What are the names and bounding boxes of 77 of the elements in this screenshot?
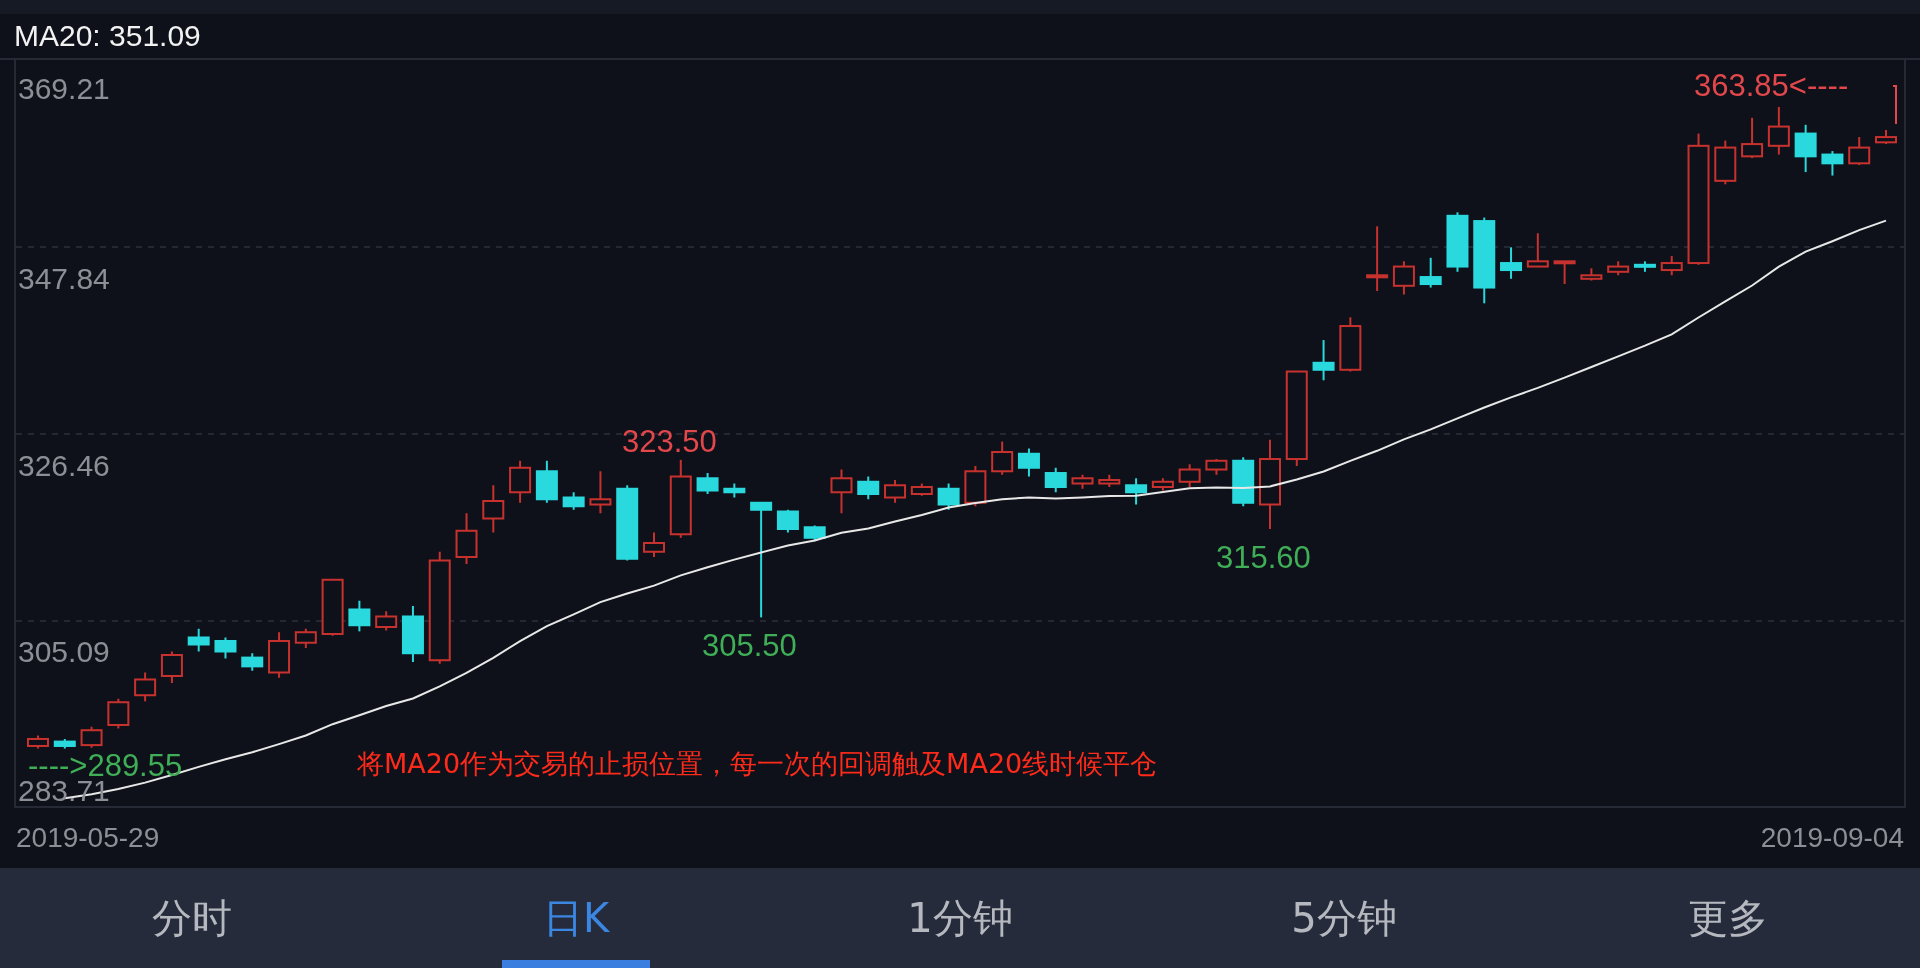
candlestick [1607, 260, 1630, 277]
candlestick [937, 482, 960, 511]
candlestick [562, 491, 585, 511]
candlestick [160, 650, 183, 684]
candlestick [27, 734, 49, 750]
axis-label: 305.09 [18, 637, 110, 667]
candlestick [1339, 316, 1362, 373]
candlestick [830, 468, 853, 515]
price-annotation: 363.85<---- [1694, 70, 1849, 101]
candlestick [1151, 477, 1174, 492]
caption: 将MA20作为交易的止损位置，每一次的回调触及MA20线时候平仓 [357, 747, 1158, 781]
candlestick [482, 484, 505, 534]
candlestick [53, 737, 76, 750]
candlestick [1660, 255, 1683, 277]
date-label: 2019-09-04 [1760, 822, 1904, 854]
candlestick [884, 479, 907, 504]
candlestick [134, 671, 157, 703]
candlestick [80, 725, 103, 749]
candlestick [1071, 473, 1094, 490]
indicator-value: MA20: 351.09 [14, 19, 201, 53]
candlestick [1205, 458, 1228, 476]
candlestick [1875, 129, 1897, 146]
price-annotation: 323.50 [622, 426, 717, 457]
candlestick [1553, 260, 1576, 286]
candlestick [1098, 473, 1121, 488]
candlestick [1312, 339, 1335, 382]
candlestick [294, 627, 317, 649]
candlestick [991, 440, 1014, 476]
period-tab[interactable]: 更多 [1536, 868, 1920, 968]
candlestick [1500, 246, 1523, 280]
period-tab[interactable]: 5分钟 [1152, 868, 1536, 968]
candlestick [401, 605, 424, 663]
candlestick [1633, 260, 1656, 273]
candlestick [509, 459, 532, 504]
candlestick [321, 578, 344, 637]
candlestick [1714, 139, 1737, 186]
candlestick [589, 470, 612, 515]
candlestick [1821, 150, 1844, 177]
candlestick [1366, 225, 1389, 293]
candlestick [1741, 116, 1764, 160]
period-tab[interactable]: 分时 [0, 868, 384, 968]
candlestick [857, 475, 880, 501]
axis-label: 347.84 [18, 264, 110, 294]
candlestick [1526, 232, 1549, 268]
candlestick [696, 472, 719, 495]
candlestick [1767, 105, 1790, 156]
candlestick [535, 459, 558, 504]
candlestick [1232, 456, 1255, 508]
price-annotation: 315.60 [1216, 542, 1311, 573]
candlestick [723, 482, 746, 499]
candlestick [1017, 447, 1040, 478]
price-annotation: 305.50 [702, 630, 797, 661]
candlestick [1848, 136, 1871, 167]
candlestick [268, 631, 291, 679]
candlestick [776, 508, 799, 534]
candlestick [214, 636, 237, 660]
candlestick [455, 512, 478, 565]
period-tab[interactable]: 1分钟 [768, 868, 1152, 968]
candlestick [1794, 123, 1817, 174]
candlestick [1419, 256, 1442, 289]
candlestick [1392, 260, 1415, 296]
axis-label: 369.21 [18, 74, 110, 104]
axis-label: 326.46 [18, 451, 110, 481]
candlestick [1125, 477, 1148, 506]
candlestick [1178, 463, 1201, 488]
period-tab[interactable]: 日K [384, 868, 768, 968]
candlestick [1446, 211, 1469, 273]
candlestick [803, 524, 826, 543]
candlestick [643, 531, 665, 558]
candlestick [375, 610, 398, 632]
candlestick [910, 482, 933, 497]
candlestick [187, 627, 210, 653]
candlestick [348, 599, 371, 633]
candlestick [964, 465, 987, 508]
date-label: 2019-05-29 [16, 822, 160, 854]
candlestick [1580, 267, 1603, 282]
candlestick [1044, 466, 1067, 494]
